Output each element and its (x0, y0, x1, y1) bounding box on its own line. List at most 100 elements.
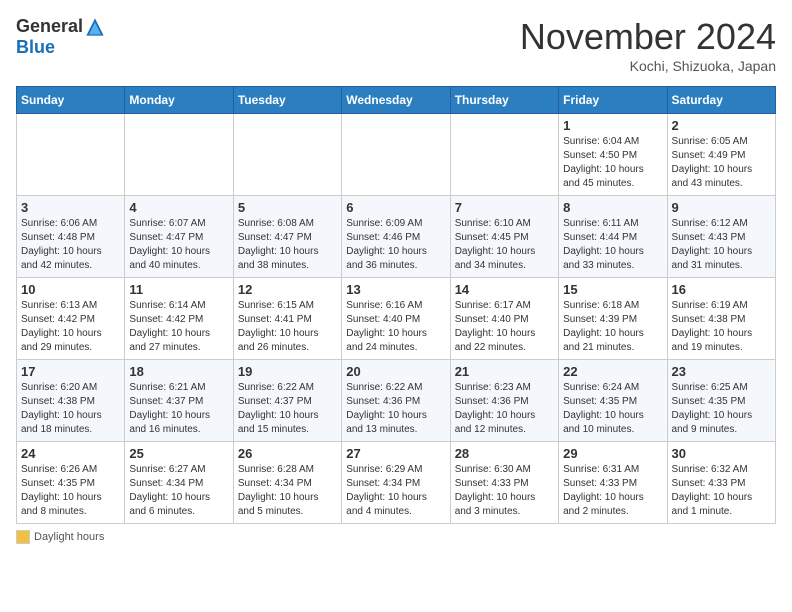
calendar-cell (342, 114, 450, 196)
day-info: Sunrise: 6:15 AM Sunset: 4:41 PM Dayligh… (238, 299, 337, 355)
calendar-cell: 15 Sunrise: 6:18 AM Sunset: 4:39 PM Dayli… (559, 278, 667, 360)
calendar-cell: 2 Sunrise: 6:05 AM Sunset: 4:49 PM Daylig… (667, 114, 775, 196)
day-number: 17 (21, 364, 120, 379)
day-info: Sunrise: 6:21 AM Sunset: 4:37 PM Dayligh… (129, 381, 228, 437)
weekday-header-row: SundayMondayTuesdayWednesdayThursdayFrid… (17, 87, 776, 114)
day-number: 18 (129, 364, 228, 379)
calendar-cell: 26 Sunrise: 6:28 AM Sunset: 4:34 PM Dayli… (233, 442, 341, 524)
calendar-cell: 8Sunrise: 6:11 AM Sunset: 4:44 PM Daylig… (559, 196, 667, 278)
calendar-cell: 3 Sunrise: 6:06 AM Sunset: 4:48 PM Daylig… (17, 196, 125, 278)
day-number: 25 (129, 446, 228, 461)
day-info: Sunrise: 6:10 AM Sunset: 4:45 PM Dayligh… (455, 217, 554, 273)
day-number: 9 (672, 200, 771, 215)
day-number: 14 (455, 282, 554, 297)
calendar-cell: 24 Sunrise: 6:26 AM Sunset: 4:35 PM Dayli… (17, 442, 125, 524)
calendar-cell: 28Sunrise: 6:30 AM Sunset: 4:33 PM Dayli… (450, 442, 558, 524)
weekday-monday: Monday (125, 87, 233, 114)
calendar-cell: 12Sunrise: 6:15 AM Sunset: 4:41 PM Dayli… (233, 278, 341, 360)
calendar-cell: 7 Sunrise: 6:10 AM Sunset: 4:45 PM Daylig… (450, 196, 558, 278)
day-info: Sunrise: 6:08 AM Sunset: 4:47 PM Dayligh… (238, 217, 337, 273)
day-number: 23 (672, 364, 771, 379)
week-row-1: 3 Sunrise: 6:06 AM Sunset: 4:48 PM Daylig… (17, 196, 776, 278)
day-number: 30 (672, 446, 771, 461)
day-number: 26 (238, 446, 337, 461)
weekday-sunday: Sunday (17, 87, 125, 114)
day-info: Sunrise: 6:11 AM Sunset: 4:44 PM Dayligh… (563, 217, 662, 273)
calendar-cell: 23 Sunrise: 6:25 AM Sunset: 4:35 PM Dayli… (667, 360, 775, 442)
calendar-cell: 16 Sunrise: 6:19 AM Sunset: 4:38 PM Dayli… (667, 278, 775, 360)
logo-general: General (16, 16, 83, 37)
week-row-3: 17 Sunrise: 6:20 AM Sunset: 4:38 PM Dayli… (17, 360, 776, 442)
calendar-cell: 11Sunrise: 6:14 AM Sunset: 4:42 PM Dayli… (125, 278, 233, 360)
day-number: 4 (129, 200, 228, 215)
day-info: Sunrise: 6:05 AM Sunset: 4:49 PM Dayligh… (672, 135, 771, 191)
month-title: November 2024 (520, 16, 776, 58)
week-row-0: 1Sunrise: 6:04 AM Sunset: 4:50 PM Daylig… (17, 114, 776, 196)
logo: General Blue (16, 16, 105, 58)
day-info: Sunrise: 6:27 AM Sunset: 4:34 PM Dayligh… (129, 463, 228, 519)
day-info: Sunrise: 6:18 AM Sunset: 4:39 PM Dayligh… (563, 299, 662, 355)
calendar-cell: 4 Sunrise: 6:07 AM Sunset: 4:47 PM Daylig… (125, 196, 233, 278)
day-info: Sunrise: 6:12 AM Sunset: 4:43 PM Dayligh… (672, 217, 771, 273)
weekday-thursday: Thursday (450, 87, 558, 114)
calendar-cell (125, 114, 233, 196)
day-info: Sunrise: 6:25 AM Sunset: 4:35 PM Dayligh… (672, 381, 771, 437)
day-number: 5 (238, 200, 337, 215)
calendar-body: 1Sunrise: 6:04 AM Sunset: 4:50 PM Daylig… (17, 114, 776, 524)
day-number: 3 (21, 200, 120, 215)
day-info: Sunrise: 6:06 AM Sunset: 4:48 PM Dayligh… (21, 217, 120, 273)
day-info: Sunrise: 6:17 AM Sunset: 4:40 PM Dayligh… (455, 299, 554, 355)
calendar-cell (17, 114, 125, 196)
day-number: 28 (455, 446, 554, 461)
calendar-cell: 21 Sunrise: 6:23 AM Sunset: 4:36 PM Dayli… (450, 360, 558, 442)
day-info: Sunrise: 6:13 AM Sunset: 4:42 PM Dayligh… (21, 299, 120, 355)
day-number: 22 (563, 364, 662, 379)
calendar-cell: 25 Sunrise: 6:27 AM Sunset: 4:34 PM Dayli… (125, 442, 233, 524)
day-number: 11 (129, 282, 228, 297)
day-number: 24 (21, 446, 120, 461)
day-info: Sunrise: 6:20 AM Sunset: 4:38 PM Dayligh… (21, 381, 120, 437)
calendar-cell: 20Sunrise: 6:22 AM Sunset: 4:36 PM Dayli… (342, 360, 450, 442)
day-info: Sunrise: 6:19 AM Sunset: 4:38 PM Dayligh… (672, 299, 771, 355)
day-info: Sunrise: 6:26 AM Sunset: 4:35 PM Dayligh… (21, 463, 120, 519)
calendar-cell: 1Sunrise: 6:04 AM Sunset: 4:50 PM Daylig… (559, 114, 667, 196)
day-info: Sunrise: 6:07 AM Sunset: 4:47 PM Dayligh… (129, 217, 228, 273)
weekday-saturday: Saturday (667, 87, 775, 114)
day-info: Sunrise: 6:32 AM Sunset: 4:33 PM Dayligh… (672, 463, 771, 519)
week-row-4: 24 Sunrise: 6:26 AM Sunset: 4:35 PM Dayli… (17, 442, 776, 524)
day-number: 20 (346, 364, 445, 379)
day-number: 7 (455, 200, 554, 215)
calendar-cell: 30 Sunrise: 6:32 AM Sunset: 4:33 PM Dayli… (667, 442, 775, 524)
day-number: 21 (455, 364, 554, 379)
day-info: Sunrise: 6:24 AM Sunset: 4:35 PM Dayligh… (563, 381, 662, 437)
calendar-cell: 17 Sunrise: 6:20 AM Sunset: 4:38 PM Dayli… (17, 360, 125, 442)
day-info: Sunrise: 6:31 AM Sunset: 4:33 PM Dayligh… (563, 463, 662, 519)
calendar-cell: 22 Sunrise: 6:24 AM Sunset: 4:35 PM Dayli… (559, 360, 667, 442)
calendar-cell: 29Sunrise: 6:31 AM Sunset: 4:33 PM Dayli… (559, 442, 667, 524)
calendar-cell: 27Sunrise: 6:29 AM Sunset: 4:34 PM Dayli… (342, 442, 450, 524)
day-number: 15 (563, 282, 662, 297)
day-number: 13 (346, 282, 445, 297)
calendar-cell: 9 Sunrise: 6:12 AM Sunset: 4:43 PM Daylig… (667, 196, 775, 278)
calendar-cell: 10 Sunrise: 6:13 AM Sunset: 4:42 PM Dayli… (17, 278, 125, 360)
day-number: 16 (672, 282, 771, 297)
footer-legend: Daylight hours (16, 530, 776, 544)
title-area: November 2024 Kochi, Shizuoka, Japan (520, 16, 776, 74)
header: General Blue November 2024 Kochi, Shizuo… (16, 16, 776, 74)
day-info: Sunrise: 6:29 AM Sunset: 4:34 PM Dayligh… (346, 463, 445, 519)
calendar-cell (450, 114, 558, 196)
weekday-wednesday: Wednesday (342, 87, 450, 114)
week-row-2: 10 Sunrise: 6:13 AM Sunset: 4:42 PM Dayli… (17, 278, 776, 360)
day-info: Sunrise: 6:28 AM Sunset: 4:34 PM Dayligh… (238, 463, 337, 519)
day-number: 10 (21, 282, 120, 297)
day-info: Sunrise: 6:23 AM Sunset: 4:36 PM Dayligh… (455, 381, 554, 437)
day-number: 19 (238, 364, 337, 379)
day-number: 2 (672, 118, 771, 133)
calendar-cell: 5 Sunrise: 6:08 AM Sunset: 4:47 PM Daylig… (233, 196, 341, 278)
calendar-cell (233, 114, 341, 196)
calendar-cell: 6Sunrise: 6:09 AM Sunset: 4:46 PM Daylig… (342, 196, 450, 278)
day-info: Sunrise: 6:22 AM Sunset: 4:37 PM Dayligh… (238, 381, 337, 437)
calendar-cell: 19 Sunrise: 6:22 AM Sunset: 4:37 PM Dayli… (233, 360, 341, 442)
calendar-cell: 14 Sunrise: 6:17 AM Sunset: 4:40 PM Dayli… (450, 278, 558, 360)
logo-icon (85, 17, 105, 37)
